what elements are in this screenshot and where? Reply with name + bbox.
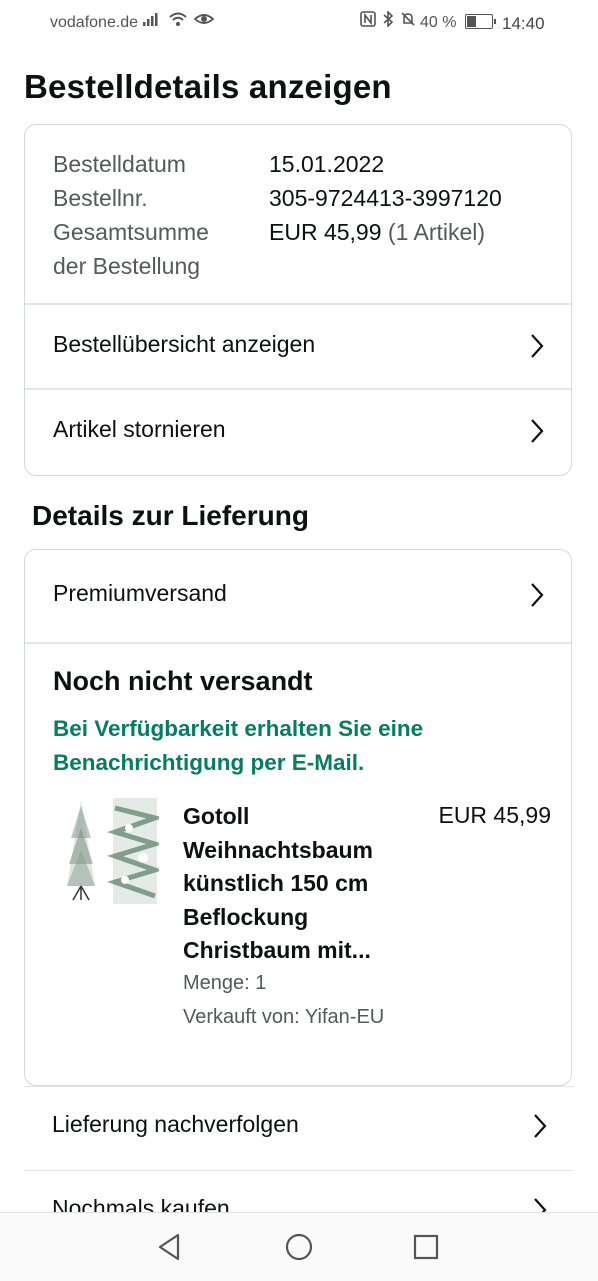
track-delivery-label: Lieferung nachverfolgen — [52, 1111, 299, 1137]
home-icon[interactable] — [283, 1231, 315, 1263]
bluetooth-icon — [383, 11, 394, 27]
recent-apps-icon[interactable] — [410, 1231, 442, 1263]
order-summary: Bestelldatum 15.01.2022 Bestellnr. 305-9… — [25, 125, 571, 303]
mute-icon — [401, 12, 415, 26]
product-quantity: Menge: 1 — [183, 972, 267, 994]
chevron-right-icon — [531, 583, 544, 607]
eye-icon — [194, 14, 214, 24]
divider — [25, 642, 571, 644]
clock: 14:40 — [502, 14, 545, 33]
back-icon[interactable] — [154, 1231, 186, 1263]
shipping-method-label: Premiumversand — [53, 580, 227, 606]
order-total-amount: EUR 45,99 — [269, 219, 382, 245]
status-bar: vodafone.de 40 % 14:40 — [0, 0, 598, 46]
order-total-label: Gesamtsumme der Bestellung — [53, 219, 209, 279]
view-order-summary-row[interactable]: Bestellübersicht anzeigen — [25, 305, 571, 389]
track-delivery-row[interactable]: Lieferung nachverfolgen — [24, 1086, 574, 1170]
cancel-items-row[interactable]: Artikel stornieren — [25, 390, 571, 474]
order-item-count: (1 Artikel) — [387, 219, 486, 245]
battery-icon — [465, 14, 496, 29]
product-image[interactable] — [59, 798, 159, 904]
page-title: Bestelldetails anzeigen — [24, 68, 392, 105]
delivery-section-title: Details zur Lieferung — [32, 500, 309, 531]
cancel-items-label: Artikel stornieren — [53, 416, 226, 442]
order-number-label: Bestellnr. — [53, 185, 148, 211]
product-price: EUR 45,99 — [438, 802, 551, 828]
order-info-card: Bestelldatum 15.01.2022 Bestellnr. 305-9… — [24, 124, 572, 476]
order-date-value: 15.01.2022 — [269, 151, 385, 177]
signal-icon — [143, 13, 158, 26]
product-title[interactable]: Gotoll Weihnachtsbaum künstlich 150 cm B… — [183, 800, 413, 968]
chevron-right-icon — [531, 419, 544, 443]
battery-percent: 40 % — [420, 14, 457, 31]
system-navigation-bar — [0, 1212, 598, 1281]
wifi-icon — [169, 12, 187, 26]
shipment-status: Noch nicht versandt — [53, 666, 313, 696]
order-date-label: Bestelldatum — [53, 151, 186, 177]
availability-note: Bei Verfügbarkeit erhalten Sie eine Bena… — [53, 716, 424, 775]
nfc-icon — [360, 11, 376, 27]
chevron-right-icon — [531, 334, 544, 358]
product-seller: Verkauft von: Yifan-EU — [183, 1006, 385, 1028]
order-number-value: 305-9724413-3997120 — [269, 185, 502, 211]
shipping-method-row[interactable]: Premiumversand — [25, 554, 571, 638]
delivery-card: Premiumversand Noch nicht versandt Bei V… — [24, 549, 572, 1086]
carrier-name: vodafone.de — [50, 14, 139, 31]
chevron-right-icon — [534, 1114, 547, 1138]
order-total-value: EUR 45,99 (1 Artikel) — [269, 215, 485, 249]
view-order-summary-label: Bestellübersicht anzeigen — [53, 331, 316, 357]
